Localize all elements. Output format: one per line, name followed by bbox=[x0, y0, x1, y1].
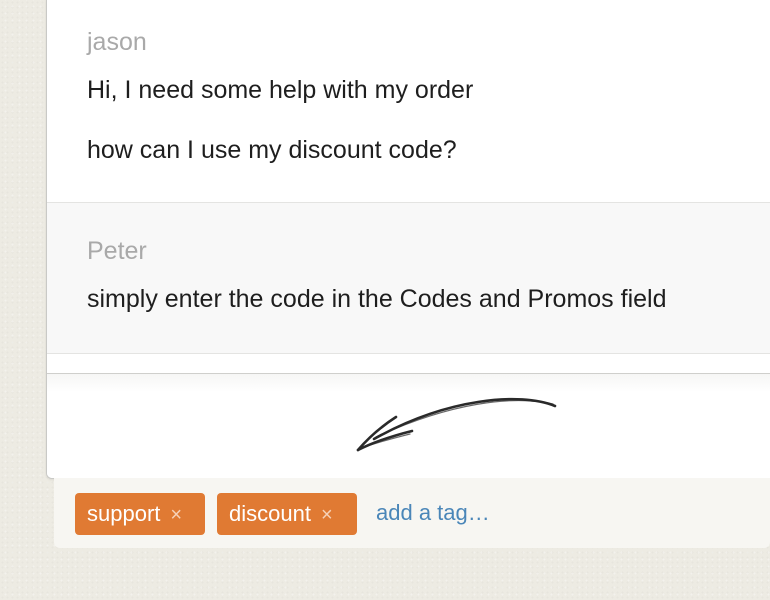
chat-transcript: jason Hi, I need some help with my order… bbox=[46, 0, 770, 479]
message-author: Peter bbox=[87, 237, 147, 265]
message-line: simply enter the code in the Codes and P… bbox=[87, 285, 667, 313]
tag-support[interactable]: support × bbox=[75, 493, 205, 535]
agent-message: Peter simply enter the code in the Codes… bbox=[47, 203, 770, 354]
message-line: Hi, I need some help with my order bbox=[87, 76, 474, 104]
tag-label: support bbox=[87, 501, 161, 526]
add-tag-input[interactable]: add a tag… bbox=[376, 500, 490, 526]
close-icon[interactable]: × bbox=[321, 504, 333, 526]
reply-composer[interactable] bbox=[47, 373, 770, 478]
close-icon[interactable]: × bbox=[170, 504, 182, 526]
tag-bar: support × discount × add a tag… bbox=[54, 478, 770, 548]
message-line: how can I use my discount code? bbox=[87, 136, 457, 164]
hand-drawn-arrow-icon bbox=[356, 397, 557, 452]
message-author: jason bbox=[87, 28, 147, 56]
tag-discount[interactable]: discount × bbox=[217, 493, 357, 535]
customer-message: jason Hi, I need some help with my order… bbox=[47, 0, 770, 203]
tag-label: discount bbox=[229, 501, 311, 526]
